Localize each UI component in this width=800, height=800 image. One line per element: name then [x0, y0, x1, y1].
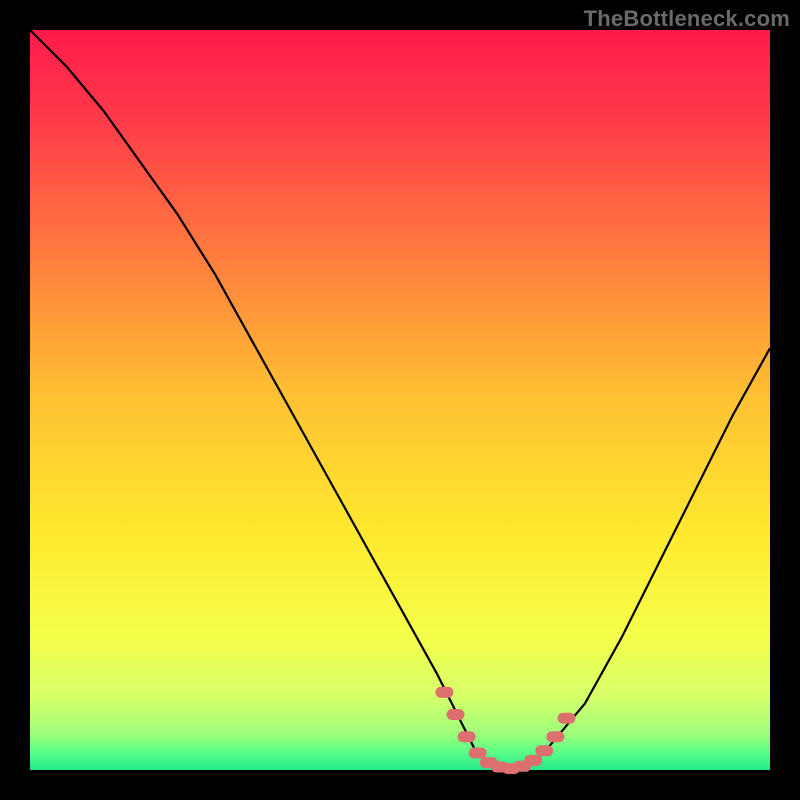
marker-point — [435, 687, 453, 698]
plot-background — [30, 30, 770, 770]
marker-point — [524, 755, 542, 766]
marker-point — [458, 731, 476, 742]
marker-point — [535, 745, 553, 756]
marker-point — [447, 709, 465, 720]
marker-point — [558, 713, 576, 724]
watermark-text: TheBottleneck.com — [584, 6, 790, 32]
marker-point — [469, 748, 487, 759]
bottleneck-chart — [0, 0, 800, 800]
marker-point — [546, 731, 564, 742]
